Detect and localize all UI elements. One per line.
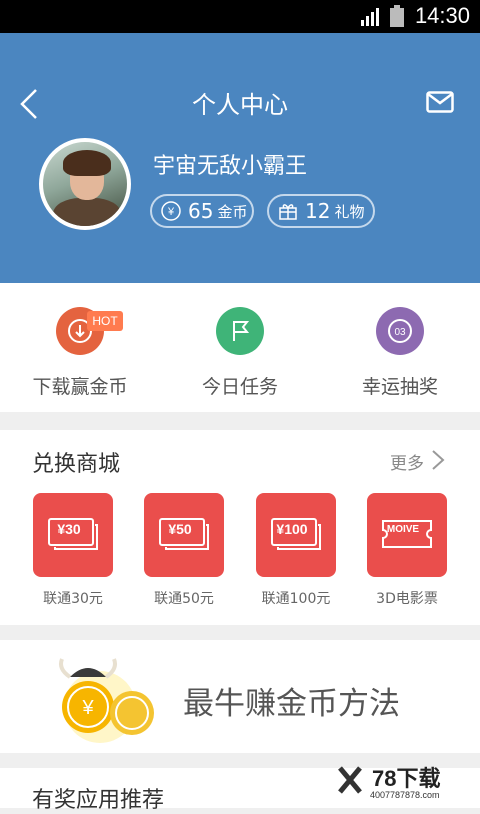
hot-badge: HOT [87,311,123,331]
more-link[interactable]: 更多 [390,449,424,474]
card-value: MOIVE [386,524,420,535]
gifts-badge[interactable]: 12 礼物 [267,194,375,228]
username: 宇宙无敌小霸王 [153,154,308,179]
movie-ticket-card[interactable]: MOIVE [367,493,447,577]
coins-illustration-icon: ¥ [59,658,154,743]
download-earn-coins[interactable]: HOT 下载赢金币 [0,283,160,412]
status-bar: 14:30 [0,0,480,33]
coins-unit: 金币 [217,202,248,221]
card-value: ¥30 [57,521,81,537]
voucher-card-50[interactable]: ¥50 [144,493,224,577]
card-value: ¥100 [276,521,308,537]
card-label: 联通50元 [154,591,214,607]
section-title: 有奖应用推荐 [32,788,165,813]
card-label: 联通100元 [261,591,331,607]
section-title: 兑换商城 [32,452,121,477]
svg-text:78下载: 78下载 [372,766,440,791]
gift-icon [279,204,297,220]
daily-tasks-label: 今日任务 [201,376,278,398]
coins-count: 65 [188,199,214,223]
voucher-card-100[interactable]: ¥100 [256,493,336,577]
earn-coins-banner[interactable]: ¥ 最牛赚金币方法 [0,640,480,753]
chevron-right-icon[interactable] [430,448,446,472]
lucky-draw-label: 幸运抽奖 [361,376,438,398]
quick-actions: HOT 下载赢金币 今日任务 03 幸运抽奖 [0,283,480,412]
card-label: 3D电影票 [376,591,438,607]
flag-icon [216,307,264,355]
clock: 14:30 [414,3,470,28]
profile-header: 个人中心 宇宙无敌小霸王 ¥ 65 金币 12 礼物 [0,33,480,283]
lucky-draw[interactable]: 03 幸运抽奖 [320,283,480,412]
exchange-shop: 兑换商城 更多 ¥30 联通30元 ¥50 联通50元 ¥100 联通100元 … [0,430,480,625]
avatar[interactable] [39,138,131,230]
card-value: ¥50 [168,521,192,537]
daily-tasks[interactable]: 今日任务 [160,283,320,412]
download-earn-coins-label: 下载赢金币 [32,376,128,398]
page-title: 个人中心 [192,91,288,119]
svg-text:¥: ¥ [167,206,175,218]
mail-icon[interactable] [426,91,454,113]
gifts-count: 12 [305,199,331,223]
gifts-unit: 礼物 [334,202,365,221]
svg-text:03: 03 [394,327,406,338]
battery-icon [390,5,404,27]
coins-badge[interactable]: ¥ 65 金币 [150,194,254,228]
svg-text:¥: ¥ [81,697,94,719]
voucher-card-30[interactable]: ¥30 [33,493,113,577]
lottery-icon: 03 [376,307,424,355]
card-label: 联通30元 [43,591,103,607]
banner-text: 最牛赚金币方法 [183,686,400,722]
watermark-logo: 78下载 4007787878.com [330,760,480,800]
signal-icon [361,8,379,26]
svg-text:4007787878.com: 4007787878.com [370,790,440,800]
coin-icon: ¥ [161,201,181,221]
